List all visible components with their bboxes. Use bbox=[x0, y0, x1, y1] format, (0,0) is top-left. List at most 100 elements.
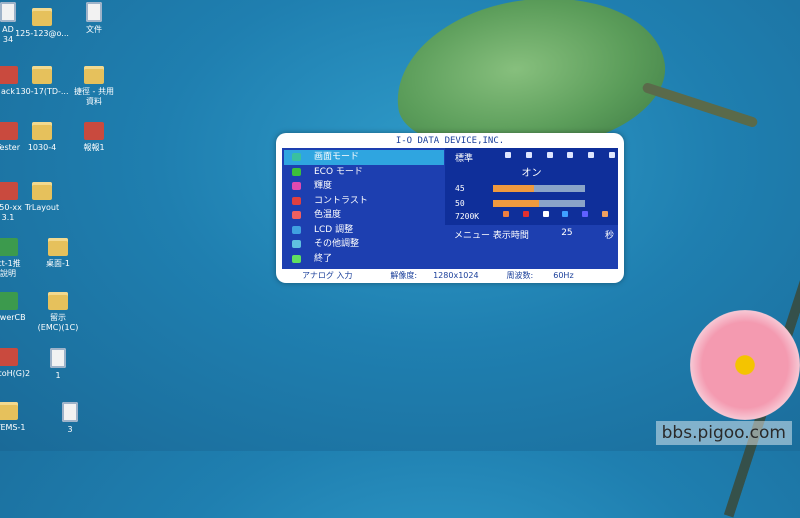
app-icon bbox=[0, 292, 18, 310]
osd-menu-label: ECO モード bbox=[314, 166, 363, 177]
desktop: AD 34 125-123@o... 文件 ack 130-17(TD-... 捷徑 - … bbox=[0, 0, 800, 518]
temp-cool-icon bbox=[562, 211, 569, 217]
input-source: アナログ 入力 bbox=[302, 270, 353, 280]
desktop-icon[interactable]: 125-123@o... bbox=[12, 8, 72, 39]
osd-status-bar: アナログ 入力 解像度: 1280x1024 周波数: 60Hz bbox=[282, 269, 618, 281]
mode-movie-icon bbox=[567, 152, 574, 158]
menu-time-label: メニュー 表示時間 bbox=[454, 231, 529, 241]
desktop-icon[interactable]: 報報1 bbox=[64, 122, 124, 153]
osd-menu-label: 終了 bbox=[314, 253, 333, 264]
desktop-icon-label: 1030-4 bbox=[27, 143, 57, 152]
brightness-value: 45 bbox=[455, 184, 465, 193]
desktop-icon[interactable]: 桌面-1 bbox=[28, 238, 88, 269]
color-temp-icon bbox=[292, 211, 301, 219]
folder-icon bbox=[32, 122, 52, 140]
temp-user-icon bbox=[601, 211, 608, 217]
folder-icon bbox=[0, 402, 18, 420]
osd-menu-item[interactable]: コントラスト bbox=[284, 194, 444, 209]
mode-photo-icon bbox=[588, 152, 595, 158]
osd-settings-panel: 標準 オン 45 50 7200K bbox=[445, 148, 618, 225]
osd-menu-item[interactable]: その他調整 bbox=[284, 237, 444, 252]
temp-blue-icon bbox=[582, 211, 589, 217]
monitor-icon bbox=[292, 153, 301, 161]
osd-title: I-O DATA DEVICE,INC. bbox=[395, 136, 505, 146]
folder-icon bbox=[32, 66, 52, 84]
color-temp-icons bbox=[503, 211, 608, 217]
desktop-icon-label: 3 bbox=[67, 425, 73, 434]
desktop-icon[interactable]: TrLayout bbox=[12, 182, 72, 213]
mode-icons bbox=[505, 152, 615, 158]
desktop-icon-label: 捷徑 - 共用 資料 bbox=[74, 87, 114, 106]
mode-game-icon bbox=[546, 152, 553, 158]
desktop-icon-label: ttt-1推 說明 bbox=[0, 259, 21, 278]
osd-frame: 画面モード ECO モード 輝度コントラスト 色温度 LCD 調整その他調整 終了 標準 … bbox=[282, 148, 618, 269]
desktop-icon[interactable]: 1TEMS-1 bbox=[0, 402, 38, 433]
document-icon bbox=[62, 402, 78, 422]
mode-value: 標準 bbox=[455, 154, 474, 164]
desktop-icon-label: 130-17(TD-... bbox=[15, 87, 69, 96]
temp-warm-icon bbox=[503, 211, 509, 217]
menu-time-value: 25 bbox=[561, 228, 573, 238]
wallpaper-stem bbox=[641, 81, 759, 129]
app-icon bbox=[0, 238, 18, 256]
osd-menu-label: LCD 調整 bbox=[314, 224, 354, 235]
osd-menu-label: コントラスト bbox=[314, 195, 368, 206]
eco-icon bbox=[292, 167, 301, 176]
osd-menu-label: 画面モード bbox=[314, 152, 360, 162]
desktop-icon[interactable]: 3 bbox=[40, 402, 100, 435]
brightness-fill bbox=[493, 185, 535, 192]
contrast-icon bbox=[292, 196, 301, 205]
lcd-icon bbox=[292, 225, 301, 234]
desktop-icon[interactable]: 捷徑 - 共用 資料 bbox=[64, 66, 124, 107]
osd-menu-item[interactable]: LCD 調整 bbox=[284, 223, 444, 238]
wallpaper-flower bbox=[690, 310, 800, 420]
desktop-icon[interactable]: 1 bbox=[28, 348, 88, 381]
color-temp-value: 7200K bbox=[455, 212, 480, 221]
temp-red-icon bbox=[522, 211, 529, 217]
osd-menu-item[interactable]: 輝度 bbox=[284, 179, 444, 194]
document-icon bbox=[50, 348, 66, 368]
osd-menu-item[interactable]: 色温度 bbox=[284, 208, 444, 223]
watermark: bbs.pigoo.com bbox=[655, 421, 792, 445]
resolution-value: 1280x1024 bbox=[433, 270, 479, 280]
contrast-value: 50 bbox=[455, 199, 465, 208]
exit-icon bbox=[292, 254, 301, 263]
desktop-icon-label: 1TEMS-1 bbox=[0, 423, 26, 432]
desktop-icon[interactable]: 文件 bbox=[64, 2, 124, 35]
settings-icon bbox=[292, 240, 301, 248]
temp-neutral-icon bbox=[542, 211, 549, 217]
mode-text-icon bbox=[525, 152, 532, 158]
folder-icon bbox=[48, 292, 68, 310]
desktop-icon-label: 桌面-1 bbox=[46, 259, 70, 268]
menu-time-row: メニュー 表示時間 25 秒 bbox=[454, 228, 614, 241]
menu-time-unit: 秒 bbox=[604, 231, 614, 241]
desktop-icon-label: 1 bbox=[55, 371, 61, 380]
mode-user-icon bbox=[608, 152, 615, 158]
app-icon bbox=[0, 348, 18, 366]
osd-menu-label: 輝度 bbox=[314, 181, 333, 191]
desktop-icon-label: ProtoH(G)2 bbox=[0, 369, 31, 378]
desktop-icon-label: TrLayout bbox=[24, 203, 60, 212]
contrast-fill bbox=[493, 200, 539, 207]
eco-value: オン bbox=[521, 168, 542, 179]
desktop-icon-label: 文件 bbox=[86, 25, 102, 34]
desktop-icon[interactable]: 130-17(TD-... bbox=[12, 66, 72, 97]
document-icon bbox=[86, 2, 102, 22]
desktop-icon-label: 125-123@o... bbox=[15, 29, 69, 38]
osd-menu: 画面モード ECO モード 輝度コントラスト 色温度 LCD 調整その他調整 終了 bbox=[284, 150, 444, 266]
brightness-icon bbox=[292, 182, 301, 190]
folder-icon bbox=[84, 66, 104, 84]
desktop-icon[interactable]: 留示 (EMC)(1C) bbox=[28, 292, 88, 333]
folder-icon bbox=[48, 238, 68, 256]
osd-menu-item[interactable]: ECO モード bbox=[284, 165, 444, 180]
monitor-osd: I-O DATA DEVICE,INC. 画面モード ECO モード 輝度コントラス… bbox=[276, 133, 624, 283]
brightness-slider[interactable] bbox=[493, 185, 585, 192]
desktop-icon[interactable]: 1030-4 bbox=[12, 122, 72, 153]
desktop-icon-label: 留示 (EMC)(1C) bbox=[37, 313, 79, 332]
osd-menu-item[interactable]: 画面モード bbox=[284, 150, 444, 165]
osd-menu-item[interactable]: 終了 bbox=[284, 252, 444, 267]
contrast-slider[interactable] bbox=[493, 200, 585, 207]
desktop-icon-label: PowerCB bbox=[0, 313, 26, 322]
mode-standard-icon bbox=[505, 152, 511, 158]
osd-menu-label: 色温度 bbox=[314, 210, 342, 220]
